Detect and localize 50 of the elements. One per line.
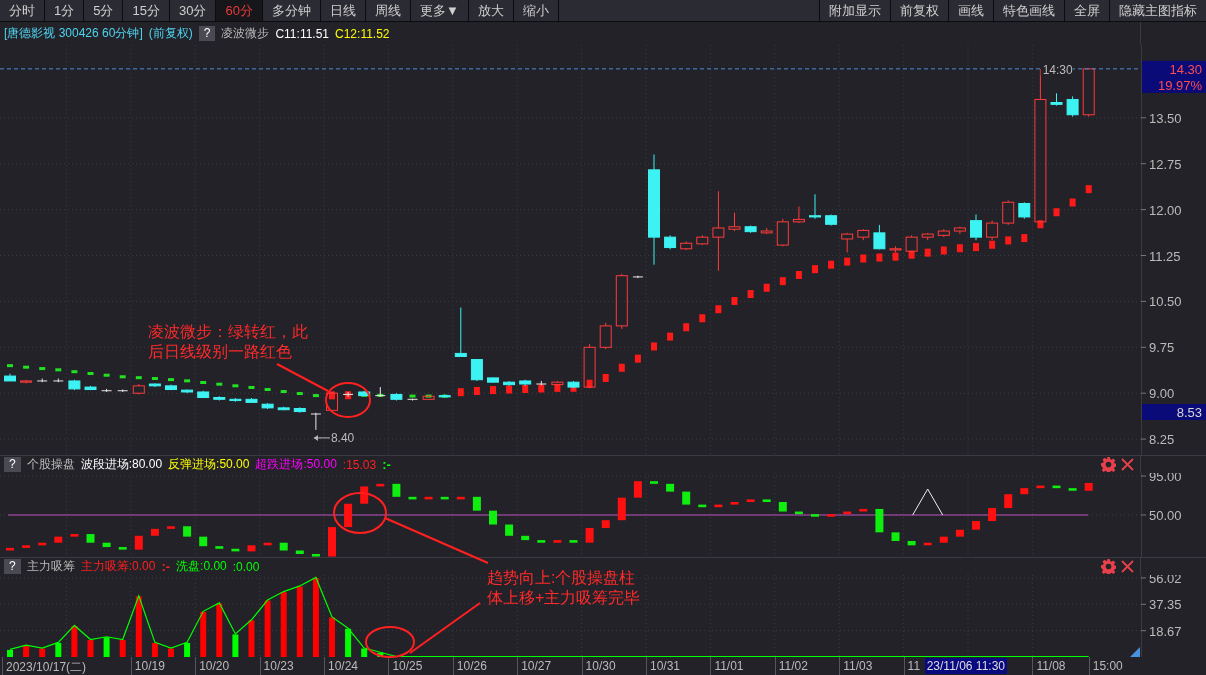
indicator-value: 反弹进场:50.00 (168, 456, 250, 473)
indicator-value: 超跌进场:50.00 (255, 456, 337, 473)
indicator-name: 主力吸筹 (26, 558, 75, 575)
indicator-value: 主力吸筹:0.00 (80, 558, 156, 575)
indicator-value: 洗盘:0.00 (176, 558, 227, 575)
date-label: 2023/10/17(二) (6, 659, 87, 675)
date-label: 10/24 (328, 659, 359, 673)
adjust-label: (前复权) (148, 25, 193, 42)
axis-label: 12.75 (1149, 156, 1182, 172)
low-price-label: 8.40 (313, 430, 355, 445)
date-label: 11/03 (843, 659, 873, 673)
indicator-name: 个股操盘 (26, 456, 75, 473)
indicator-value: :0.00 (232, 559, 260, 574)
indicator-value: 波段进场:80.00 (80, 456, 163, 473)
date-label: 15:00 (1092, 659, 1123, 673)
date-label: 10/30 (585, 659, 616, 673)
axis-label: 9.00 (1149, 386, 1175, 402)
date-label: 10/26 (456, 659, 487, 673)
axis-label: 12.00 (1149, 202, 1182, 218)
date-label: 10/25 (392, 659, 423, 673)
axis-label: 9.75 (1149, 340, 1175, 356)
indicator-value: :- (161, 559, 171, 574)
cursor-time-label: 23/11/06 11:30 (924, 658, 1007, 674)
callout-text: 趋势向上:个股操盘柱 体上移+主力吸筹完毕 (487, 568, 641, 608)
indicator-value: C11:11.51 (275, 26, 330, 41)
axis-label: 13.50 (1149, 110, 1182, 126)
date-label: 10/20 (199, 659, 230, 673)
axis-label: 18.67 (1149, 623, 1182, 639)
date-label: 10/31 (650, 659, 681, 673)
axis-label: 10.50 (1149, 294, 1182, 310)
ref-line-label: 14.30 (1169, 61, 1202, 77)
axis-label: 50.00 (1149, 508, 1182, 523)
axis-label: 37.35 (1149, 597, 1182, 613)
stock-title: [唐德影视 300426 60分钟] (4, 25, 143, 42)
date-label: 10/19 (134, 659, 165, 673)
axis-label: 11.25 (1149, 248, 1181, 264)
date-label: 10/27 (521, 659, 552, 673)
indicator-value: C12:11.52 (335, 26, 390, 41)
date-label: 11/01 (714, 659, 744, 673)
date-label: 11/02 (778, 659, 808, 673)
date-label: 11/08 (1036, 659, 1066, 673)
indicator-name: 凌波微步 (221, 25, 270, 42)
date-label: 11 (907, 659, 921, 673)
callout-text: 凌波微步：绿转红，此 后日线级别一路红色 (148, 322, 308, 362)
axis-label: 8.25 (1149, 432, 1175, 448)
indicator-value: :- (382, 457, 391, 472)
price-tag: 14.30 (1142, 60, 1206, 77)
date-label: 10/23 (263, 659, 294, 673)
indicator-value: :15.03 (342, 457, 377, 472)
price-tag: 8.53 (1142, 404, 1206, 420)
